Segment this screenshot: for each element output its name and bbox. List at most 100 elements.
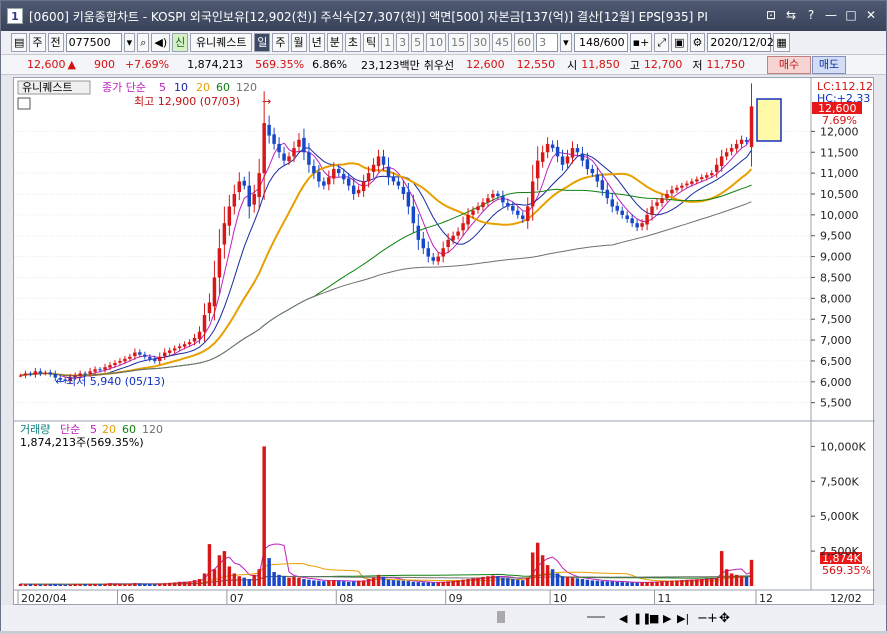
candle-body[interactable] (302, 137, 306, 153)
minute-45-button[interactable]: 45 (492, 33, 513, 52)
period-week-tab[interactable]: 주 (272, 33, 289, 52)
prev-button[interactable]: 전 (47, 33, 64, 52)
candle-body[interactable] (600, 180, 605, 190)
candle-body[interactable] (496, 193, 500, 197)
volume-bar[interactable] (416, 582, 421, 586)
period-month-tab[interactable]: 월 (290, 33, 307, 52)
candle-body[interactable] (550, 144, 555, 149)
candle-body[interactable] (655, 202, 659, 206)
volume-bar[interactable] (709, 578, 714, 586)
period-year-tab[interactable]: 년 (308, 33, 325, 52)
volume-bar[interactable] (714, 577, 719, 586)
volume-bar[interactable] (53, 584, 58, 586)
volume-bar[interactable] (162, 583, 167, 586)
candle-body[interactable] (685, 183, 689, 186)
candle-body[interactable] (108, 365, 112, 368)
volume-bar[interactable] (73, 584, 77, 586)
volume-bar[interactable] (103, 583, 107, 586)
candle-body[interactable] (625, 215, 629, 220)
selection-highlight-box[interactable] (756, 98, 782, 142)
volume-bar[interactable] (700, 579, 704, 586)
candle-body[interactable] (466, 214, 470, 225)
stock-code-input[interactable]: 077500 (65, 33, 122, 52)
volume-bar[interactable] (575, 578, 580, 586)
candle-body[interactable] (143, 354, 147, 357)
volume-bar[interactable] (167, 582, 172, 586)
period-minute-tab[interactable]: 분 (326, 33, 343, 52)
candle-body[interactable] (396, 181, 401, 186)
candle-body[interactable] (401, 186, 406, 194)
volume-bar[interactable] (366, 579, 371, 586)
candle-body[interactable] (162, 352, 167, 357)
candle-body[interactable] (431, 257, 435, 261)
volume-bar[interactable] (426, 582, 431, 586)
candle-body[interactable] (217, 248, 222, 278)
volume-bar[interactable] (506, 578, 510, 586)
candle-body[interactable] (262, 123, 266, 174)
candle-body[interactable] (650, 206, 654, 215)
interval-dropdown-icon[interactable]: ▾ (560, 33, 572, 52)
play-forward-icon[interactable]: ▶ (663, 612, 672, 625)
volume-bar[interactable] (83, 584, 87, 586)
volume-bar[interactable] (277, 574, 281, 586)
volume-bar[interactable] (749, 559, 754, 586)
candle-body[interactable] (521, 215, 525, 220)
candle-body[interactable] (128, 356, 132, 359)
candle-body[interactable] (441, 248, 445, 257)
candle-body[interactable] (705, 175, 709, 178)
volume-bar[interactable] (28, 584, 33, 586)
code-dropdown-icon[interactable]: ▾ (123, 33, 136, 52)
volume-bar[interactable] (496, 576, 500, 586)
volume-bar[interactable] (605, 581, 610, 586)
candle-body[interactable] (317, 171, 321, 182)
volume-bar[interactable] (615, 581, 619, 586)
candle-body[interactable] (346, 178, 351, 186)
settings-toggle-icon[interactable]: ▪+ (629, 33, 653, 52)
candle-body[interactable] (28, 373, 33, 375)
candle-body[interactable] (38, 371, 43, 374)
candle-body[interactable] (724, 152, 729, 157)
volume-bar[interactable] (287, 577, 291, 586)
volume-bar[interactable] (267, 558, 271, 586)
scroll-end-icon[interactable]: ▶| (677, 612, 689, 625)
volume-bar[interactable] (63, 584, 67, 586)
volume-bar[interactable] (252, 574, 256, 586)
volume-bar[interactable] (511, 579, 515, 586)
volume-bar[interactable] (262, 446, 266, 586)
volume-bar[interactable] (655, 581, 659, 586)
link-icon[interactable]: ⇆ (782, 7, 800, 24)
volume-bar[interactable] (108, 583, 112, 586)
volume-bar[interactable] (257, 569, 261, 586)
candle-body[interactable] (451, 235, 455, 241)
volume-bar[interactable] (78, 584, 82, 586)
candle-body[interactable] (486, 198, 490, 203)
candle-body[interactable] (595, 174, 600, 182)
period-tick-tab[interactable]: 틱 (363, 33, 380, 52)
play-back-icon[interactable]: ◀ (619, 612, 628, 625)
volume-bar[interactable] (530, 552, 535, 586)
volume-bar[interactable] (177, 581, 182, 586)
volume-bar[interactable] (337, 580, 341, 586)
volume-bar[interactable] (545, 565, 550, 586)
help-icon[interactable]: ? (802, 7, 820, 24)
volume-bar[interactable] (421, 582, 426, 586)
period-day-tab[interactable]: 일 (254, 33, 271, 52)
candle-body[interactable] (123, 358, 127, 362)
candle-body[interactable] (202, 315, 207, 332)
candle-body[interactable] (575, 148, 580, 153)
volume-bar[interactable] (341, 581, 346, 586)
volume-bar[interactable] (247, 579, 251, 586)
candle-body[interactable] (48, 372, 53, 375)
candle-body[interactable] (545, 143, 550, 153)
candle-body[interactable] (356, 189, 361, 194)
candle-body[interactable] (744, 140, 749, 142)
volume-bar[interactable] (734, 574, 739, 586)
volume-bar[interactable] (346, 581, 351, 586)
volume-bar[interactable] (570, 577, 575, 586)
candle-body[interactable] (670, 189, 674, 194)
sell-button[interactable]: 매도 (812, 56, 846, 74)
candle-body[interactable] (675, 187, 679, 191)
volume-bar[interactable] (466, 579, 470, 586)
candle-body[interactable] (511, 205, 515, 211)
candle-body[interactable] (23, 373, 28, 376)
